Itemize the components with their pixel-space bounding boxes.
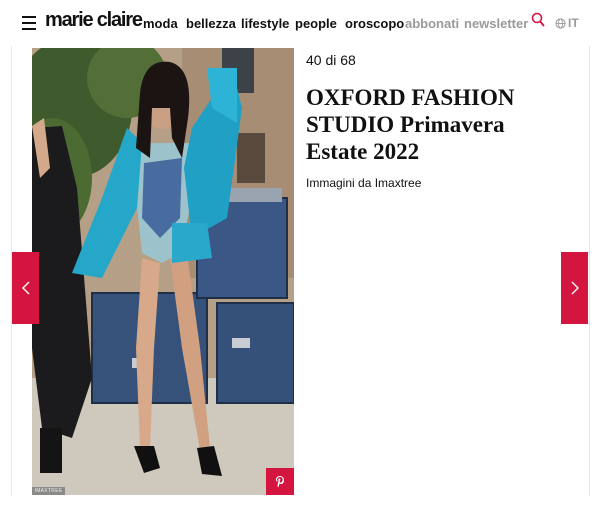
gallery-photo[interactable]	[32, 48, 294, 495]
nav-item-bellezza[interactable]: bellezza	[186, 16, 236, 31]
previous-image-button[interactable]	[12, 252, 39, 324]
language-selector[interactable]: IT	[555, 16, 579, 30]
chevron-right-icon	[571, 281, 579, 295]
nav-item-oroscopo[interactable]: oroscopo	[345, 16, 404, 31]
search-icon[interactable]	[531, 12, 545, 28]
nav-item-people[interactable]: people	[295, 16, 337, 31]
pinterest-share-button[interactable]	[266, 468, 294, 495]
nav-item-newsletter[interactable]: newsletter	[464, 16, 528, 31]
gallery-title: OXFORD FASHION STUDIO Primavera Estate 2…	[306, 85, 515, 164]
globe-icon	[555, 18, 566, 29]
chevron-left-icon	[21, 281, 29, 295]
frame-divider	[589, 46, 590, 496]
nav-item-lifestyle[interactable]: lifestyle	[241, 16, 289, 31]
site-header: marie claire moda bellezza lifestyle peo…	[0, 0, 600, 46]
language-label: IT	[568, 16, 579, 30]
site-logo[interactable]: marie claire	[45, 9, 143, 32]
model-photo-illustration	[32, 48, 294, 495]
nav-item-moda[interactable]: moda	[143, 16, 178, 31]
gallery-subtitle: Immagini da Imaxtree	[306, 176, 422, 190]
photo-credit: IMAXTREE	[32, 487, 65, 495]
menu-icon[interactable]	[22, 16, 36, 30]
nav-item-abbonati[interactable]: abbonati	[405, 16, 459, 31]
gallery-counter: 40 di 68	[306, 52, 356, 68]
pinterest-icon	[276, 476, 284, 488]
next-image-button[interactable]	[561, 252, 588, 324]
